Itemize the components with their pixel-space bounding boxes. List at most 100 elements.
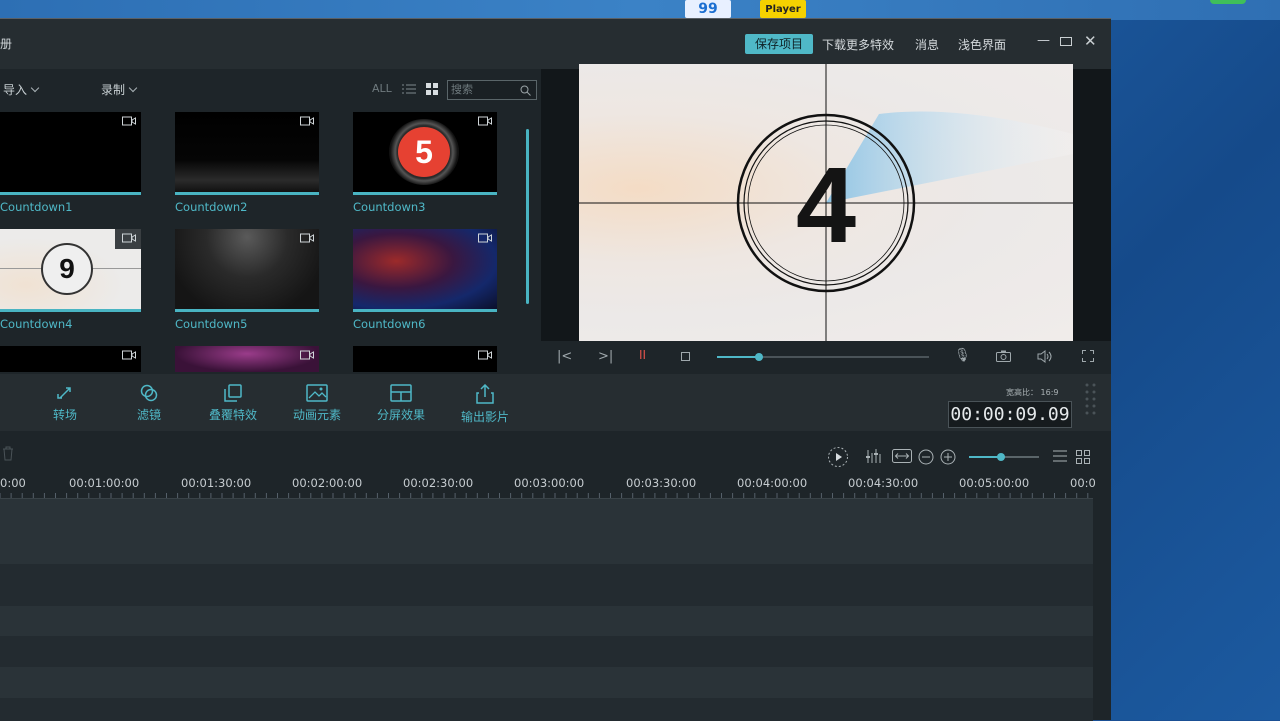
download-effects-link[interactable]: 下载更多特效 bbox=[822, 36, 894, 53]
timeline-track-gap bbox=[0, 636, 1093, 667]
media-scrollbar[interactable] bbox=[526, 129, 529, 304]
filter-button[interactable]: 滤镜 bbox=[114, 374, 184, 423]
minimize-icon[interactable]: — bbox=[1037, 33, 1050, 48]
snapshot-camera-icon[interactable] bbox=[996, 350, 1011, 362]
filter-all-button[interactable]: ALL bbox=[372, 82, 392, 95]
media-thumbnail-countdown6[interactable] bbox=[353, 229, 497, 312]
split-screen-button[interactable]: 分屏效果 bbox=[366, 374, 436, 423]
media-label-countdown2: Countdown2 bbox=[175, 200, 248, 214]
render-preview-icon[interactable] bbox=[827, 446, 849, 468]
transition-icon bbox=[56, 384, 74, 402]
video-camera-icon bbox=[478, 233, 492, 243]
media-thumbnail-row3-2[interactable] bbox=[175, 346, 319, 372]
ruler-label: 00:03:30:00 bbox=[626, 476, 696, 490]
media-thumbnail-countdown2[interactable] bbox=[175, 112, 319, 195]
media-thumbnail-countdown5[interactable] bbox=[175, 229, 319, 312]
media-search-input[interactable]: 搜索 bbox=[447, 80, 537, 100]
pause-icon[interactable]: II bbox=[639, 348, 646, 362]
search-icon[interactable] bbox=[520, 85, 531, 96]
timecode-display: 00:00:09.09 bbox=[948, 401, 1072, 428]
volume-icon[interactable] bbox=[1037, 350, 1054, 363]
timeline-track-gap bbox=[0, 564, 1093, 606]
export-icon bbox=[476, 384, 494, 404]
import-label: 导入 bbox=[3, 83, 27, 97]
grid-layout-icon[interactable] bbox=[1076, 450, 1090, 464]
timeline-toolbar bbox=[0, 431, 1111, 471]
playback-controls: |< >| II 🎙︎ bbox=[541, 341, 1111, 374]
desktop-shortcut-icon[interactable]: 99 bbox=[685, 0, 731, 18]
filter-label: 滤镜 bbox=[137, 408, 161, 422]
ruler-label: 00:0 bbox=[1070, 476, 1096, 490]
search-placeholder: 搜索 bbox=[451, 83, 473, 96]
ruler-label: 00:02:00:00 bbox=[292, 476, 362, 490]
ruler-label: 00:02:30:00 bbox=[403, 476, 473, 490]
timeline-track-gap bbox=[0, 698, 1093, 721]
zoom-out-icon[interactable] bbox=[918, 449, 934, 465]
split-screen-label: 分屏效果 bbox=[377, 408, 425, 422]
timeline-track-video[interactable] bbox=[0, 499, 1093, 564]
stop-icon[interactable] bbox=[681, 352, 690, 361]
list-layout-icon[interactable] bbox=[1053, 450, 1067, 462]
media-label-countdown5: Countdown5 bbox=[175, 317, 248, 331]
video-camera-icon bbox=[122, 350, 136, 360]
overlay-button[interactable]: 叠覆特效 bbox=[198, 374, 268, 423]
timeline-ruler[interactable]: 0:00 00:01:00:00 00:01:30:00 00:02:00:00… bbox=[0, 471, 1093, 499]
element-icon bbox=[306, 384, 328, 402]
export-button[interactable]: 输出影片 bbox=[450, 374, 520, 425]
timeline-track-overlay[interactable] bbox=[0, 606, 1093, 636]
video-editor-window: 册 保存项目 下载更多特效 消息 浅色界面 — ✕ 导入 录制 ALL 搜索 C… bbox=[0, 18, 1111, 720]
media-label-countdown1: Countdown1 bbox=[0, 200, 73, 214]
list-view-icon[interactable] bbox=[402, 83, 416, 95]
timeline-track-audio[interactable] bbox=[0, 667, 1093, 698]
grid-view-icon[interactable] bbox=[426, 83, 438, 95]
panel-drag-handle-icon[interactable] bbox=[1084, 381, 1098, 425]
media-thumbnail-row3-1[interactable] bbox=[0, 346, 141, 372]
maximize-icon[interactable] bbox=[1060, 37, 1072, 46]
playback-progress-fill bbox=[717, 356, 759, 358]
save-project-button[interactable]: 保存项目 bbox=[745, 34, 813, 54]
media-label-countdown3: Countdown3 bbox=[353, 200, 426, 214]
player-shortcut-icon[interactable]: Player bbox=[760, 0, 806, 18]
video-camera-icon bbox=[122, 116, 136, 126]
playback-progress-track[interactable] bbox=[717, 356, 929, 358]
title-bar: 册 保存项目 下载更多特效 消息 浅色界面 — ✕ bbox=[0, 19, 1111, 69]
aspect-ratio-title: 宽高比： bbox=[1006, 388, 1038, 397]
media-thumbnail-countdown3[interactable]: 5 bbox=[353, 112, 497, 195]
skip-back-icon[interactable]: |< bbox=[557, 349, 572, 364]
light-theme-link[interactable]: 浅色界面 bbox=[958, 36, 1006, 53]
chevron-down-icon bbox=[129, 84, 137, 92]
close-icon[interactable]: ✕ bbox=[1084, 32, 1097, 50]
media-label-countdown6: Countdown6 bbox=[353, 317, 426, 331]
record-dropdown[interactable]: 录制 bbox=[101, 81, 136, 98]
element-label: 动画元素 bbox=[293, 408, 341, 422]
export-label: 输出影片 bbox=[461, 410, 509, 424]
media-thumbnail-countdown4[interactable]: 9 bbox=[0, 229, 141, 312]
ruler-label: 00:01:30:00 bbox=[181, 476, 251, 490]
preview-canvas: 4 bbox=[579, 64, 1073, 341]
delete-trash-icon[interactable] bbox=[2, 446, 14, 461]
import-dropdown[interactable]: 导入 bbox=[3, 81, 38, 98]
countdown-nine-circle: 9 bbox=[41, 243, 93, 295]
effects-toolbar: 转场 滤镜 叠覆特效 动画元素 分屏效果 输出影片 宽高比： 16:9 bbox=[0, 374, 1111, 431]
countdown-leader-graphic: 4 bbox=[579, 64, 1073, 341]
record-label: 录制 bbox=[101, 83, 125, 97]
microphone-icon[interactable]: 🎙︎ bbox=[954, 348, 971, 363]
messages-link[interactable]: 消息 bbox=[915, 36, 939, 53]
fit-timeline-icon[interactable] bbox=[892, 449, 912, 463]
overlay-label: 叠覆特效 bbox=[209, 408, 257, 422]
ruler-label: 0:00 bbox=[0, 476, 26, 490]
playback-progress-knob[interactable] bbox=[755, 353, 763, 361]
audio-mixer-icon[interactable] bbox=[866, 448, 884, 464]
zoom-slider-track[interactable] bbox=[969, 456, 1039, 458]
media-label-countdown4: Countdown4 bbox=[0, 317, 73, 331]
zoom-in-icon[interactable] bbox=[940, 449, 956, 465]
transition-button[interactable]: 转场 bbox=[30, 374, 100, 423]
skip-forward-icon[interactable]: >| bbox=[598, 349, 613, 364]
media-thumbnail-row3-3[interactable] bbox=[353, 346, 497, 372]
fullscreen-icon[interactable] bbox=[1082, 350, 1094, 362]
countdown-nine-text: 9 bbox=[59, 253, 75, 284]
transition-label: 转场 bbox=[53, 408, 77, 422]
zoom-slider-knob[interactable] bbox=[997, 453, 1005, 461]
media-thumbnail-countdown1[interactable] bbox=[0, 112, 141, 195]
element-button[interactable]: 动画元素 bbox=[282, 374, 352, 423]
